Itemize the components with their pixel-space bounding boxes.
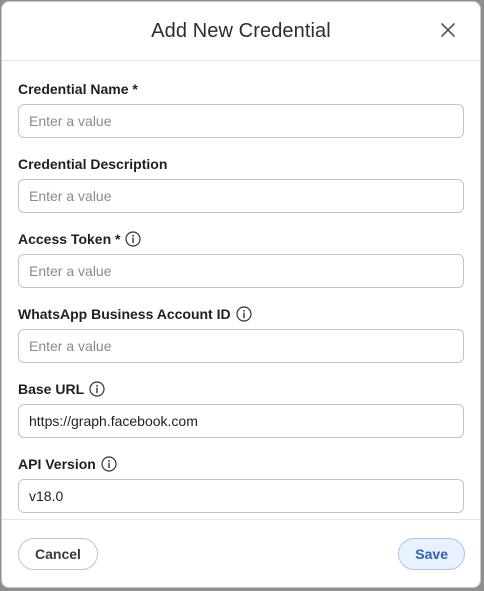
credential-description-field: Credential Description xyxy=(18,154,464,213)
info-icon[interactable] xyxy=(101,456,117,472)
save-button[interactable]: Save xyxy=(398,537,465,570)
access-token-field: Access Token * xyxy=(18,229,464,288)
credential-description-input[interactable] xyxy=(18,179,464,213)
dialog-header: Add New Credential xyxy=(2,2,480,61)
access-token-input[interactable] xyxy=(18,254,464,288)
credential-name-field: Credential Name * xyxy=(18,79,464,138)
api-version-label: API Version xyxy=(18,456,96,472)
whatsapp-business-account-id-field: WhatsApp Business Account ID xyxy=(18,304,464,363)
base-url-input[interactable] xyxy=(18,404,464,438)
dialog-title: Add New Credential xyxy=(151,19,331,42)
api-version-field: API Version xyxy=(18,454,464,513)
api-version-input[interactable] xyxy=(18,479,464,513)
access-token-label: Access Token * xyxy=(18,231,121,247)
whatsapp-business-account-id-label: WhatsApp Business Account ID xyxy=(18,306,231,322)
add-credential-dialog: Add New Credential Credential Name * Cre… xyxy=(1,1,481,588)
whatsapp-business-account-id-input[interactable] xyxy=(18,329,464,363)
info-icon[interactable] xyxy=(125,231,142,247)
info-icon[interactable] xyxy=(89,381,105,397)
dialog-body: Credential Name * Credential Description… xyxy=(2,61,480,513)
base-url-label: Base URL xyxy=(18,381,85,397)
info-icon[interactable] xyxy=(236,306,252,322)
dialog-footer: Cancel Save xyxy=(2,519,480,587)
credential-name-label: Credential Name * xyxy=(18,81,138,97)
credential-description-label: Credential Description xyxy=(18,156,168,172)
cancel-button[interactable]: Cancel xyxy=(18,537,98,570)
close-button[interactable] xyxy=(436,18,460,42)
base-url-field: Base URL xyxy=(18,379,464,438)
close-icon xyxy=(441,23,455,37)
credential-name-input[interactable] xyxy=(18,104,464,138)
